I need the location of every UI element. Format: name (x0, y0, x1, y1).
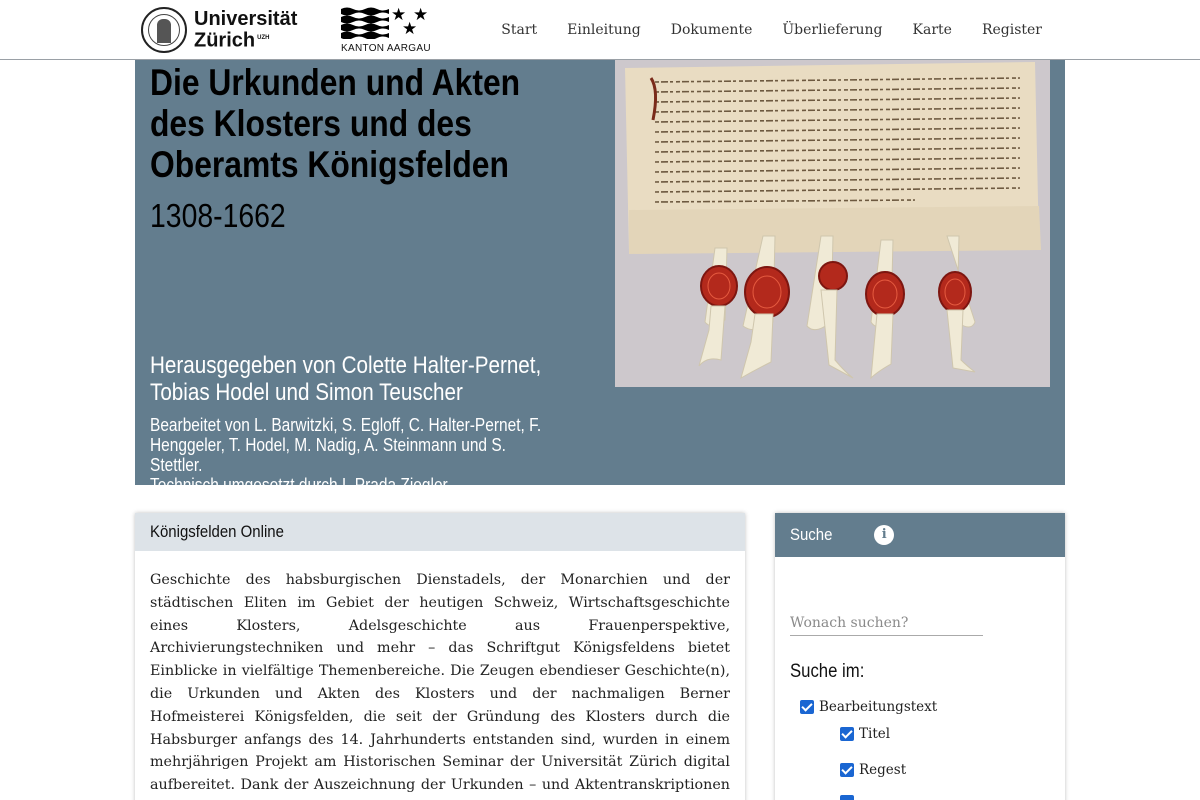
uzh-line1: Universität (194, 7, 298, 30)
nav-start[interactable]: Start (501, 22, 537, 38)
nav-dokumente[interactable]: Dokumente (671, 22, 753, 38)
uzh-seal-icon (141, 7, 187, 53)
uzh-wordmark: Universität Zürich UZH (194, 7, 298, 52)
charter-image (615, 60, 1050, 387)
uzh-line2: Zürich (194, 29, 256, 52)
option-label: Regest (859, 762, 907, 778)
aargau-waves-icon (341, 7, 389, 39)
checkbox-regest[interactable] (840, 763, 854, 777)
info-icon[interactable]: i (874, 525, 895, 545)
page-title: Die Urkunden und Akten des Klosters und … (150, 62, 521, 185)
main-nav: Start Einleitung Dokumente Überlieferung… (471, 0, 1042, 60)
nav-register[interactable]: Register (982, 22, 1042, 38)
checkbox-titel[interactable] (840, 727, 854, 741)
option-titel[interactable]: Titel (840, 726, 890, 742)
option-label: Titel (859, 726, 891, 742)
charter-illustration (615, 60, 1050, 387)
intro-card-title: Königsfelden Online (150, 522, 284, 541)
nav-ueberlieferung[interactable]: Überlieferung (782, 22, 882, 38)
uzh-suffix: UZH (257, 34, 270, 41)
intro-card-header: Königsfelden Online (135, 513, 745, 551)
hero-banner: Die Urkunden und Akten des Klosters und … (135, 60, 1065, 495)
option-bearbeitungstext[interactable]: Bearbeitungstext (800, 699, 937, 715)
intro-card: Königsfelden Online Geschichte des habsb… (135, 513, 745, 800)
aargau-label: KANTON AARGAU (341, 43, 431, 54)
uzh-logo[interactable]: Universität Zürich UZH (141, 6, 297, 54)
search-card: Suche i Suche im: Bearbeitungstext Titel… (775, 513, 1065, 800)
search-input[interactable] (790, 610, 983, 636)
search-card-header: Suche i (775, 513, 1065, 557)
aargau-stars-icon: ★ ★ ★ (391, 5, 429, 39)
nav-einleitung[interactable]: Einleitung (567, 22, 641, 38)
intro-text: Geschichte des habsburgischen Dienstadel… (150, 572, 730, 800)
option-regest[interactable]: Regest (840, 762, 906, 778)
search-card-title: Suche (790, 525, 833, 544)
checkbox-next[interactable] (840, 795, 854, 800)
hero-editors: Herausgegeben von Colette Halter-Pernet,… (150, 352, 542, 406)
credits-editors: Bearbeitet von L. Barwitzki, S. Egloff, … (150, 415, 542, 475)
checkbox-bearbeitungstext[interactable] (800, 700, 814, 714)
aargau-logo[interactable]: ★ ★ ★ KANTON AARGAU (341, 7, 436, 55)
search-in-label: Suche im: (790, 661, 865, 682)
credits-technical: Technisch umgesetzt durch I. Prada Ziegl… (150, 475, 448, 495)
option-label: Bearbeitungstext (819, 699, 938, 715)
nav-karte[interactable]: Karte (913, 22, 952, 38)
top-header: Universität Zürich UZH ★ ★ ★ KANTON AARGAU … (0, 0, 1200, 60)
hero-years: 1308-1662 (150, 197, 286, 234)
hero-credits: Bearbeitet von L. Barwitzki, S. Egloff, … (150, 415, 554, 495)
